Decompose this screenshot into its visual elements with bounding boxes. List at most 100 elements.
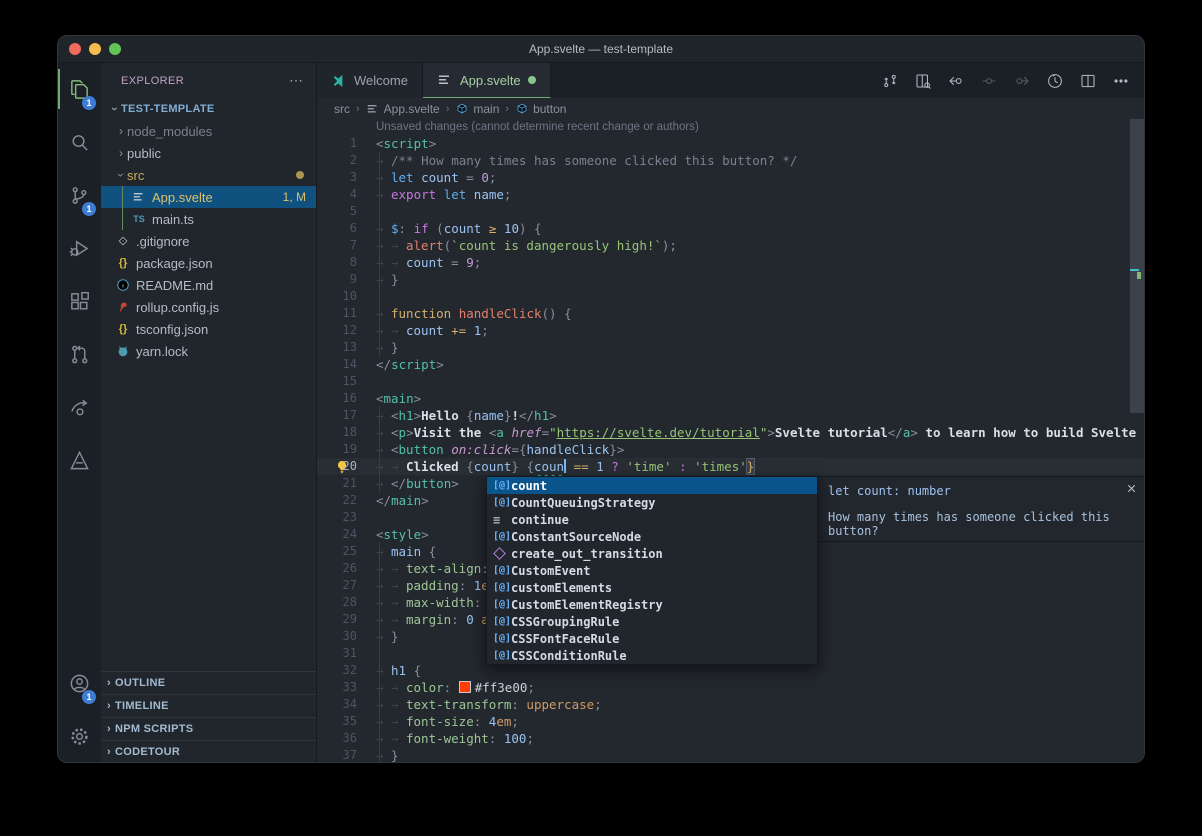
activity-item-github-pr[interactable] [58,328,101,381]
chevron-right-icon: › [107,746,111,758]
tree-item-node-modules[interactable]: ›node_modules [101,120,316,142]
tree-item-rollup-config-js[interactable]: rollup.config.js [101,296,316,318]
code-line[interactable]: 17→<h1>Hello {name}!</h1> [317,407,1144,424]
code-line[interactable]: 1<script> [317,135,1144,152]
zoom-window-button[interactable] [109,43,121,55]
activity-item-azure[interactable] [58,434,101,487]
code-line[interactable]: 6→$: if (count ≥ 10) { [317,220,1144,237]
split-editor-icon[interactable] [1079,72,1097,90]
file-icon [437,72,453,88]
code-line[interactable]: 37→} [317,747,1144,763]
close-icon[interactable] [1125,482,1138,495]
yarn-file-icon [115,343,131,359]
section-npm-scripts[interactable]: ›NPM SCRIPTS [101,717,316,740]
open-changes-icon[interactable] [914,72,932,90]
code-line[interactable]: 7→→alert(`count is dangerously high!`); [317,237,1144,254]
breadcrumb-label: App.svelte [384,102,440,116]
tree-item-main-ts[interactable]: TSmain.ts [101,208,316,230]
code-line[interactable]: 14</script> [317,356,1144,373]
suggest-item-constantsourcenode[interactable]: [@]ConstantSourceNode [487,528,817,545]
chevron-right-icon: › [107,700,111,712]
code-line[interactable]: 15 [317,373,1144,390]
code-line[interactable]: 16<main> [317,390,1144,407]
titlebar[interactable]: App.svelte — test-template [58,36,1144,63]
line-content [357,288,376,305]
activity-item-extensions[interactable] [58,275,101,328]
section-outline[interactable]: ›OUTLINE [101,671,316,694]
code-line[interactable]: 36→→font-weight: 100; [317,730,1144,747]
scrollbar-thumb[interactable] [1130,119,1144,413]
code-line[interactable]: 8→→count = 9; [317,254,1144,271]
previous-change-icon[interactable] [947,72,965,90]
suggest-item-customevent[interactable]: [@]CustomEvent [487,562,817,579]
file-history-icon[interactable] [1046,72,1064,90]
activity-item-source-control[interactable]: 1 [58,169,101,222]
code-line[interactable]: 33→→color: #ff3e00; [317,679,1144,696]
code-line[interactable]: 4→export let name; [317,186,1144,203]
tree-item--gitignore[interactable]: .gitignore [101,230,316,252]
symbol-variable-icon: [@] [493,599,511,610]
code-line[interactable]: 11→function handleClick() { [317,305,1144,322]
code-line[interactable]: 18→<p>Visit the <a href="https://svelte.… [317,424,1144,441]
tree-indent-guide [122,186,123,230]
line-number: 35 [317,713,357,730]
code-line[interactable]: 10 [317,288,1144,305]
suggest-item-cssconditionrule[interactable]: [@]CSSConditionRule [487,647,817,664]
suggest-item-cssgroupingrule[interactable]: [@]CSSGroupingRule [487,613,817,630]
code-line[interactable]: 12→→count += 1; [317,322,1144,339]
breadcrumb-item-src[interactable]: src [334,102,350,116]
sidebar-more-actions-icon[interactable]: ⋯ [289,72,304,89]
suggest-item-continue[interactable]: ≡continue [487,511,817,528]
activity-item-live-share[interactable] [58,381,101,434]
suggest-item-customelements[interactable]: [@]customElements [487,579,817,596]
lightbulb-icon[interactable] [334,459,350,475]
breadcrumb-item-button[interactable]: button [515,102,566,116]
minimize-window-button[interactable] [89,43,101,55]
section-codetour[interactable]: ›CODETOUR [101,740,316,763]
activity-item-run-debug[interactable] [58,222,101,275]
symbol-module-icon [493,549,511,558]
close-window-button[interactable] [69,43,81,55]
line-number: 32 [317,662,357,679]
suggest-item-customelementregistry[interactable]: [@]CustomElementRegistry [487,596,817,613]
line-number: 7 [317,237,357,254]
activity-item-settings[interactable] [58,710,101,763]
suggest-item-create_out_transition[interactable]: create_out_transition [487,545,817,562]
breadcrumb-item-main[interactable]: main [455,102,499,116]
code-editor[interactable]: Unsaved changes (cannot determine recent… [317,119,1144,763]
tree-item-tsconfig-json[interactable]: {}tsconfig.json [101,318,316,340]
compare-changes-icon[interactable] [881,72,899,90]
code-line[interactable]: 5 [317,203,1144,220]
code-line[interactable]: 2→/** How many times has someone clicked… [317,152,1144,169]
code-line[interactable]: 34→→text-transform: uppercase; [317,696,1144,713]
suggest-item-cssfontfacerule[interactable]: [@]CSSFontFaceRule [487,630,817,647]
code-line[interactable]: 20→→Clicked {count} {coun == 1 ? 'time' … [317,458,1144,475]
suggest-item-count[interactable]: [@]count [487,477,817,494]
tree-item-readme-md[interactable]: README.md [101,274,316,296]
tree-item-app-svelte[interactable]: App.svelte1, M [101,186,316,208]
tree-item-yarn-lock[interactable]: yarn.lock [101,340,316,362]
code-line[interactable]: 9→} [317,271,1144,288]
tree-root-test-template[interactable]: › TEST-TEMPLATE [101,98,316,120]
line-content: →→font-size: 4em; [357,713,519,730]
tab-app-svelte[interactable]: App.svelte [423,63,551,98]
tab-welcome[interactable]: Welcome [317,63,423,98]
svelte-file-icon [131,189,147,205]
gitlens-blame-annotation: Unsaved changes (cannot determine recent… [376,119,1144,135]
activity-item-account[interactable]: 1 [58,657,101,710]
activity-item-search[interactable] [58,116,101,169]
breadcrumb-item-app-svelte[interactable]: App.svelte [366,102,440,116]
breadcrumb-separator-icon: › [505,103,509,115]
tree-item-package-json[interactable]: {}package.json [101,252,316,274]
activity-item-explorer[interactable]: 1 [58,63,101,116]
suggest-item-countqueuingstrategy[interactable]: [@]CountQueuingStrategy [487,494,817,511]
more-actions-icon[interactable] [1112,72,1130,90]
code-line[interactable]: 19→<button on:click={handleClick}> [317,441,1144,458]
code-line[interactable]: 13→} [317,339,1144,356]
section-timeline[interactable]: ›TIMELINE [101,694,316,717]
code-line[interactable]: 35→→font-size: 4em; [317,713,1144,730]
editor-scrollbar[interactable] [1130,119,1144,763]
tree-item-src[interactable]: ›src [101,164,316,186]
code-line[interactable]: 3→let count = 0; [317,169,1144,186]
tree-item-public[interactable]: ›public [101,142,316,164]
